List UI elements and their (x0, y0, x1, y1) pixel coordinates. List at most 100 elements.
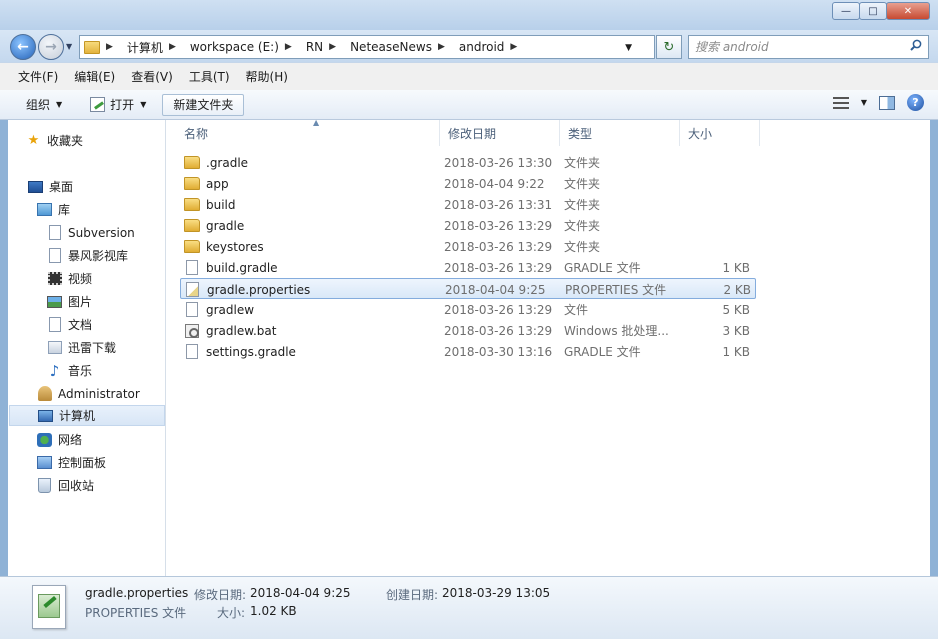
details-modified-value: 2018-04-04 9:25 (250, 586, 351, 600)
address-bar[interactable]: ▶ 计算机 ▶ workspace (E:) ▶ RN ▶ NeteaseNew… (79, 35, 655, 59)
view-options-icon[interactable] (832, 96, 849, 109)
nav-library-documents[interactable]: 文档 (47, 314, 92, 335)
search-icon[interactable] (910, 39, 922, 51)
file-name-cell: .gradle (184, 152, 248, 173)
preview-pane-icon[interactable] (879, 95, 895, 110)
details-modified-label: 修改日期: (194, 588, 247, 602)
chevron-right-icon[interactable]: ▶ (438, 42, 445, 52)
nav-library-pictures[interactable]: 图片 (47, 291, 92, 312)
chevron-right-icon[interactable]: ▶ (285, 42, 292, 52)
address-dropdown-icon[interactable]: ▼ (625, 43, 632, 53)
breadcrumb-item[interactable]: android (459, 40, 505, 54)
column-header-type[interactable]: 类型 (560, 120, 680, 146)
forward-button[interactable]: → (38, 34, 64, 60)
file-size-cell: 2 KB (723, 282, 751, 297)
nav-library-baofeng[interactable]: 暴风影视库 (47, 245, 128, 266)
nav-recycle-bin[interactable]: 回收站 (37, 475, 94, 496)
organize-button[interactable]: 组织 ▼ (18, 94, 70, 116)
address-row: ← → ▼ ▶ 计算机 ▶ workspace (E:) ▶ RN ▶ Nete… (0, 30, 938, 62)
file-row[interactable]: gradle 2018-03-26 13:29 文件夹 (180, 215, 756, 236)
menu-file[interactable]: 文件(F) (10, 68, 66, 85)
menu-edit[interactable]: 编辑(E) (66, 68, 123, 85)
details-file-name: gradle.properties (85, 586, 189, 600)
file-row[interactable]: .gradle 2018-03-26 13:30 文件夹 (180, 152, 756, 173)
file-size-cell: 3 KB (722, 323, 750, 338)
column-header-size[interactable]: 大小 (680, 120, 760, 146)
picture-icon (47, 295, 62, 308)
file-row[interactable]: keystores 2018-03-26 13:29 文件夹 (180, 236, 756, 257)
file-type-cell: 文件夹 (564, 240, 601, 254)
chevron-down-icon[interactable]: ▼ (861, 98, 867, 107)
back-button[interactable]: ← (10, 34, 36, 60)
file-modified-cell: 2018-03-26 13:29 (444, 260, 553, 275)
computer-icon (38, 409, 53, 422)
nav-administrator[interactable]: Administrator (37, 383, 140, 404)
file-row[interactable]: build.gradle 2018-03-26 13:29 GRADLE 文件 1 K… (180, 257, 756, 278)
open-icon (90, 97, 106, 112)
search-input[interactable] (695, 40, 895, 54)
properties-file-icon (32, 585, 66, 629)
toolbar-right: ▼ ? (832, 94, 924, 111)
chevron-down-icon: ▼ (140, 100, 147, 109)
file-type-cell: Windows 批处理... (564, 324, 669, 338)
file-modified-cell: 2018-04-04 9:25 (445, 282, 546, 297)
details-size-value: 1.02 KB (250, 604, 297, 618)
breadcrumb-item[interactable]: NeteaseNews (350, 40, 432, 54)
file-row[interactable]: gradle.properties 2018-04-04 9:25 PROPERTI… (180, 278, 756, 299)
details-size-label: 大小: (217, 606, 246, 620)
refresh-icon: ↻ (663, 39, 675, 55)
file-row[interactable]: build 2018-03-26 13:31 文件夹 (180, 194, 756, 215)
folder-icon (184, 240, 200, 253)
file-row[interactable]: app 2018-04-04 9:22 文件夹 (180, 173, 756, 194)
folder-icon (184, 156, 200, 169)
breadcrumb-item[interactable]: RN (306, 40, 323, 54)
search-box[interactable] (688, 35, 929, 59)
menu-help[interactable]: 帮助(H) (238, 68, 296, 85)
breadcrumb-item[interactable]: workspace (E:) (190, 40, 279, 54)
nav-favorites[interactable]: ★ 收藏夹 (26, 130, 83, 151)
nav-library-music[interactable]: ♪ 音乐 (47, 360, 92, 381)
navigation-pane: ★ 收藏夹 桌面 库 Subversion 暴风影视库 视频 图片 文档 迅雷下载… (8, 120, 166, 576)
file-row[interactable]: gradlew 2018-03-26 13:29 文件 5 KB (180, 299, 756, 320)
nav-computer[interactable]: 计算机 (9, 405, 165, 426)
column-header-name[interactable]: 名称 ▲ (176, 118, 440, 146)
chevron-right-icon[interactable]: ▶ (169, 42, 176, 52)
file-name-cell: gradlew (184, 299, 254, 320)
nav-library[interactable]: 库 (37, 199, 70, 220)
file-row[interactable]: gradlew.bat 2018-03-26 13:29 Windows 批处理..… (180, 320, 756, 341)
file-size-cell (684, 194, 750, 215)
minimize-button[interactable]: — (832, 2, 860, 20)
maximize-button[interactable]: □ (859, 2, 887, 20)
chevron-right-icon[interactable]: ▶ (329, 42, 336, 52)
nav-library-videos[interactable]: 视频 (47, 268, 92, 289)
music-icon: ♪ (49, 361, 60, 380)
breadcrumb-item[interactable]: 计算机 (127, 39, 163, 56)
nav-network[interactable]: 网络 (37, 429, 82, 450)
window-controls: — □ ✕ (832, 2, 930, 20)
nav-control-panel[interactable]: 控制面板 (37, 452, 106, 473)
nav-library-xunlei[interactable]: 迅雷下载 (47, 337, 116, 358)
chevron-down-icon: ▼ (56, 100, 63, 109)
file-size-cell: 5 KB (722, 302, 750, 317)
file-name-cell: gradle (184, 215, 244, 236)
recent-pages-dropdown[interactable]: ▼ (66, 42, 72, 51)
help-icon[interactable]: ? (907, 94, 924, 111)
column-header-modified[interactable]: 修改日期 (440, 120, 560, 146)
file-type-cell: 文件夹 (564, 177, 601, 191)
open-button[interactable]: 打开 ▼ (82, 94, 154, 116)
nav-desktop[interactable]: 桌面 (28, 176, 73, 197)
title-bar: — □ ✕ (0, 0, 938, 30)
file-row[interactable]: settings.gradle 2018-03-30 13:16 GRADLE 文件… (180, 341, 756, 362)
document-icon (48, 225, 61, 240)
desktop-icon (28, 180, 43, 193)
file-size-cell: 1 KB (722, 344, 750, 359)
nav-library-subversion[interactable]: Subversion (47, 222, 135, 243)
menu-view[interactable]: 查看(V) (123, 68, 181, 85)
close-button[interactable]: ✕ (886, 2, 930, 20)
menu-tools[interactable]: 工具(T) (181, 68, 238, 85)
chevron-right-icon[interactable]: ▶ (510, 42, 517, 52)
file-size-cell (684, 236, 750, 257)
refresh-button[interactable]: ↻ (656, 35, 682, 59)
new-folder-button[interactable]: 新建文件夹 (162, 93, 245, 116)
file-name-cell: gradlew.bat (184, 320, 276, 341)
